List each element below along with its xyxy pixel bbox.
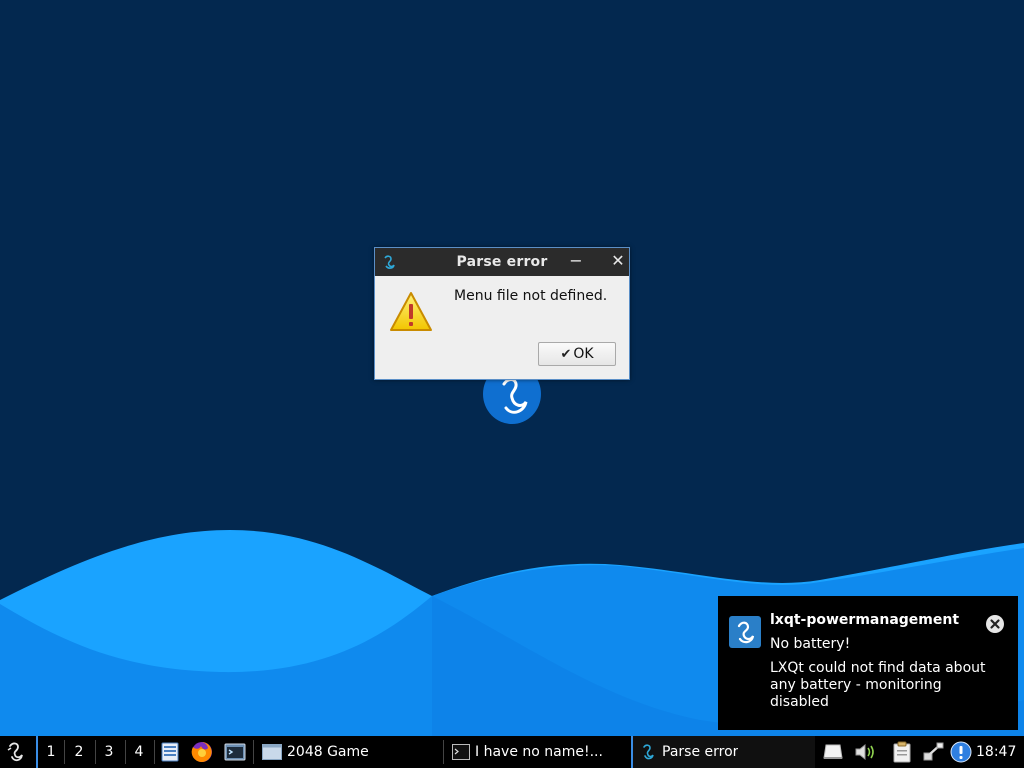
removable-drive-tray[interactable] bbox=[822, 736, 844, 768]
close-button[interactable]: ✕ bbox=[607, 250, 629, 272]
volume-icon bbox=[855, 743, 874, 761]
warning-icon bbox=[390, 292, 432, 331]
firefox-launcher[interactable] bbox=[190, 736, 214, 768]
lxqt-menu-icon bbox=[7, 742, 23, 762]
workspace-1-label: 1 bbox=[46, 744, 56, 760]
workspace-2-label: 2 bbox=[74, 744, 84, 760]
task-parse-error[interactable]: Parse error bbox=[631, 736, 815, 768]
dialog-title: Parse error bbox=[456, 254, 548, 270]
file-manager-icon bbox=[161, 742, 179, 762]
workspace-1[interactable]: 1 bbox=[36, 736, 64, 768]
network-tray[interactable] bbox=[921, 736, 945, 768]
file-manager-launcher[interactable] bbox=[159, 736, 181, 768]
lxqt-app-icon bbox=[643, 744, 654, 760]
desktop: Parse error − ✕ Menu file not defined. ✔… bbox=[0, 0, 1024, 736]
firefox-icon bbox=[191, 742, 212, 762]
terminal-launcher[interactable] bbox=[223, 736, 247, 768]
notification-summary: No battery! bbox=[770, 636, 851, 652]
task-terminal[interactable]: I have no name!... bbox=[446, 736, 628, 768]
notification-body: LXQt could not find data about any batte… bbox=[770, 660, 986, 710]
removable-drive-icon bbox=[823, 744, 843, 759]
window-icon bbox=[262, 744, 282, 760]
terminal-launcher-icon bbox=[224, 743, 246, 761]
task-label: I have no name!... bbox=[475, 744, 603, 760]
task-label: Parse error bbox=[662, 744, 739, 760]
workspace-4[interactable]: 4 bbox=[126, 736, 152, 768]
start-menu-button[interactable] bbox=[2, 736, 30, 768]
volume-tray[interactable] bbox=[853, 736, 879, 768]
parse-error-dialog: Parse error − ✕ Menu file not defined. ✔… bbox=[374, 247, 630, 380]
notification-title: lxqt-powermanagement bbox=[770, 612, 960, 628]
ok-button-label: OK bbox=[573, 346, 594, 362]
update-notifier-tray[interactable] bbox=[949, 736, 973, 768]
workspace-3[interactable]: 3 bbox=[96, 736, 122, 768]
lxqt-notification-icon bbox=[729, 616, 761, 648]
minimize-button[interactable]: − bbox=[565, 250, 587, 272]
task-2048-game[interactable]: 2048 Game bbox=[256, 736, 442, 768]
workspace-4-label: 4 bbox=[134, 744, 144, 760]
update-notifier-icon bbox=[950, 741, 972, 763]
workspace-2[interactable]: 2 bbox=[66, 736, 92, 768]
taskbar: 1 2 3 4 2048 Game I have no name!... Par… bbox=[0, 736, 1024, 768]
network-icon bbox=[923, 742, 944, 761]
workspace-3-label: 3 bbox=[104, 744, 114, 760]
clipboard-tray[interactable] bbox=[890, 736, 914, 768]
notification-close-icon[interactable] bbox=[985, 614, 1005, 634]
dialog-message: Menu file not defined. bbox=[454, 288, 608, 304]
terminal-icon bbox=[452, 744, 470, 760]
ok-button[interactable]: ✔ OK bbox=[538, 342, 616, 366]
clipboard-icon bbox=[893, 741, 911, 763]
dialog-titlebar[interactable]: Parse error − ✕ bbox=[375, 248, 629, 276]
clock[interactable]: 18:47 bbox=[976, 736, 1016, 768]
checkmark-icon: ✔ bbox=[560, 346, 572, 362]
task-label: 2048 Game bbox=[287, 744, 369, 760]
battery-notification[interactable]: lxqt-powermanagement No battery! LXQt co… bbox=[718, 596, 1018, 730]
